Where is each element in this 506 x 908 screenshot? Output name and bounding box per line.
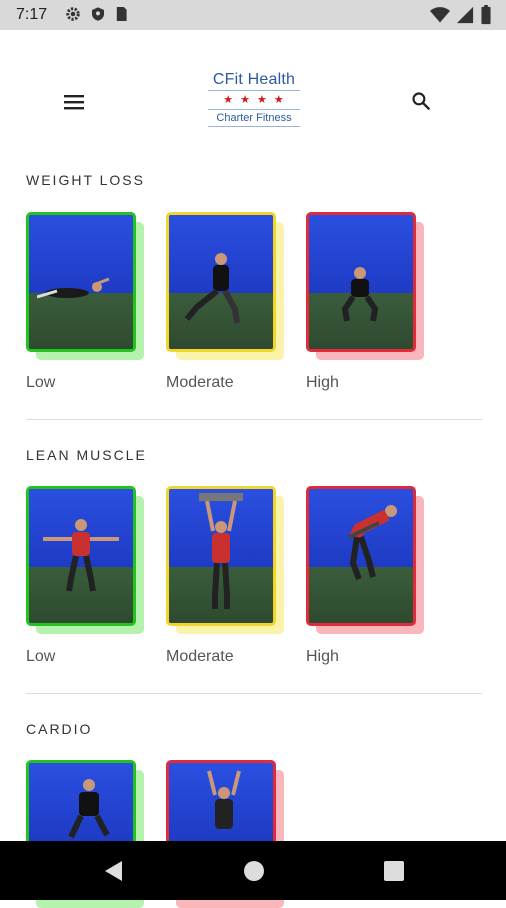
exercise-photo bbox=[166, 486, 276, 626]
card-label: Moderate bbox=[166, 374, 234, 391]
person-figure bbox=[348, 505, 397, 581]
workout-card-weight-loss-low[interactable] bbox=[26, 212, 144, 360]
status-bar: 7:17 bbox=[0, 0, 506, 30]
workout-card-lean-muscle-low[interactable] bbox=[26, 486, 144, 634]
signal-icon bbox=[456, 6, 474, 24]
recents-icon[interactable] bbox=[382, 859, 406, 883]
shield-icon bbox=[92, 7, 104, 21]
workout-card-lean-muscle-high[interactable] bbox=[306, 486, 424, 634]
back-icon[interactable] bbox=[102, 859, 126, 883]
exercise-photo bbox=[166, 212, 276, 352]
card-label: Moderate bbox=[166, 648, 234, 665]
person-figure bbox=[43, 519, 119, 592]
wifi-icon bbox=[430, 7, 450, 23]
search-icon bbox=[412, 92, 431, 111]
app-logo: CFit Health ★★★★ Charter Fitness bbox=[206, 70, 302, 132]
status-time: 7:17 bbox=[16, 6, 48, 23]
section-divider bbox=[26, 419, 482, 420]
status-right-icons bbox=[430, 5, 492, 25]
status-icons bbox=[64, 5, 128, 23]
section-title-weight-loss: WEIGHT LOSS bbox=[26, 172, 145, 188]
person-figure bbox=[341, 267, 379, 322]
card-label: Low bbox=[26, 648, 56, 665]
logo-title: CFit Health bbox=[212, 71, 296, 88]
card-label: High bbox=[306, 648, 339, 665]
card-label: High bbox=[306, 374, 339, 391]
person-figure bbox=[184, 253, 240, 324]
section-divider bbox=[26, 693, 482, 694]
workout-card-lean-muscle-moderate[interactable] bbox=[166, 486, 284, 634]
system-nav-bar bbox=[0, 841, 506, 900]
home-icon[interactable] bbox=[242, 859, 266, 883]
exercise-photo bbox=[306, 212, 416, 352]
person-figure bbox=[199, 493, 243, 609]
workout-card-weight-loss-moderate[interactable] bbox=[166, 212, 284, 360]
exercise-photo bbox=[26, 212, 136, 352]
workout-card-weight-loss-high[interactable] bbox=[306, 212, 424, 360]
hamburger-menu-icon bbox=[64, 95, 84, 110]
card-label: Low bbox=[26, 374, 56, 391]
app-bar: CFit Health ★★★★ Charter Fitness bbox=[0, 30, 506, 160]
search-button[interactable] bbox=[406, 86, 436, 116]
menu-button[interactable] bbox=[60, 88, 88, 116]
section-title-lean-muscle: LEAN MUSCLE bbox=[26, 447, 147, 463]
logo-subtitle: Charter Fitness bbox=[216, 112, 292, 124]
gear-icon bbox=[66, 7, 80, 21]
person-figure bbox=[207, 770, 241, 829]
logo-stars: ★★★★ bbox=[223, 94, 291, 106]
person-figure bbox=[37, 277, 110, 299]
sim-card-icon bbox=[116, 7, 127, 21]
battery-icon bbox=[481, 5, 491, 25]
section-title-cardio: CARDIO bbox=[26, 721, 93, 737]
logo-divider bbox=[208, 126, 300, 127]
exercise-photo bbox=[26, 486, 136, 626]
exercise-photo bbox=[306, 486, 416, 626]
